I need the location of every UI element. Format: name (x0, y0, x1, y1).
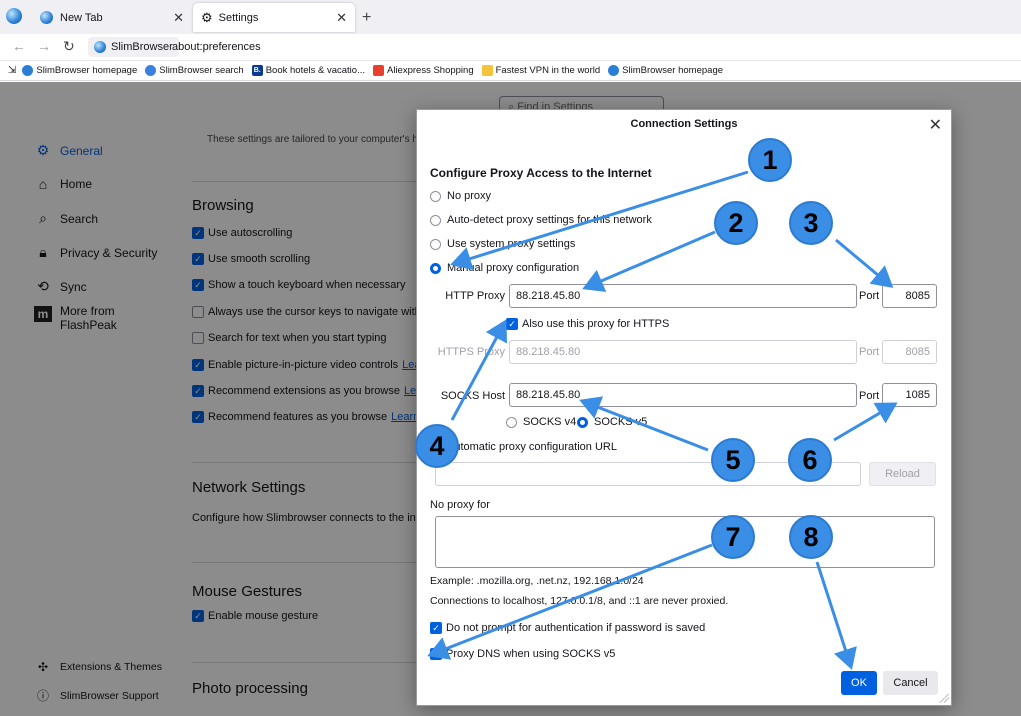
callout-3: 3 (789, 201, 833, 245)
callout-2: 2 (714, 201, 758, 245)
arrow-6 (833, 402, 898, 442)
arrow-2 (582, 230, 716, 292)
arrow-8 (815, 561, 857, 670)
callout-8: 8 (789, 515, 833, 559)
arrow-5 (579, 396, 709, 452)
arrow-1 (450, 170, 749, 271)
arrow-4 (450, 319, 507, 421)
annotation-arrows (427, 170, 898, 670)
callout-7: 7 (711, 515, 755, 559)
callout-4: 4 (415, 424, 459, 468)
arrow-7 (427, 543, 713, 660)
callout-6: 6 (788, 438, 832, 482)
callout-5: 5 (711, 438, 755, 482)
arrow-3 (835, 238, 894, 288)
callout-1: 1 (748, 138, 792, 182)
